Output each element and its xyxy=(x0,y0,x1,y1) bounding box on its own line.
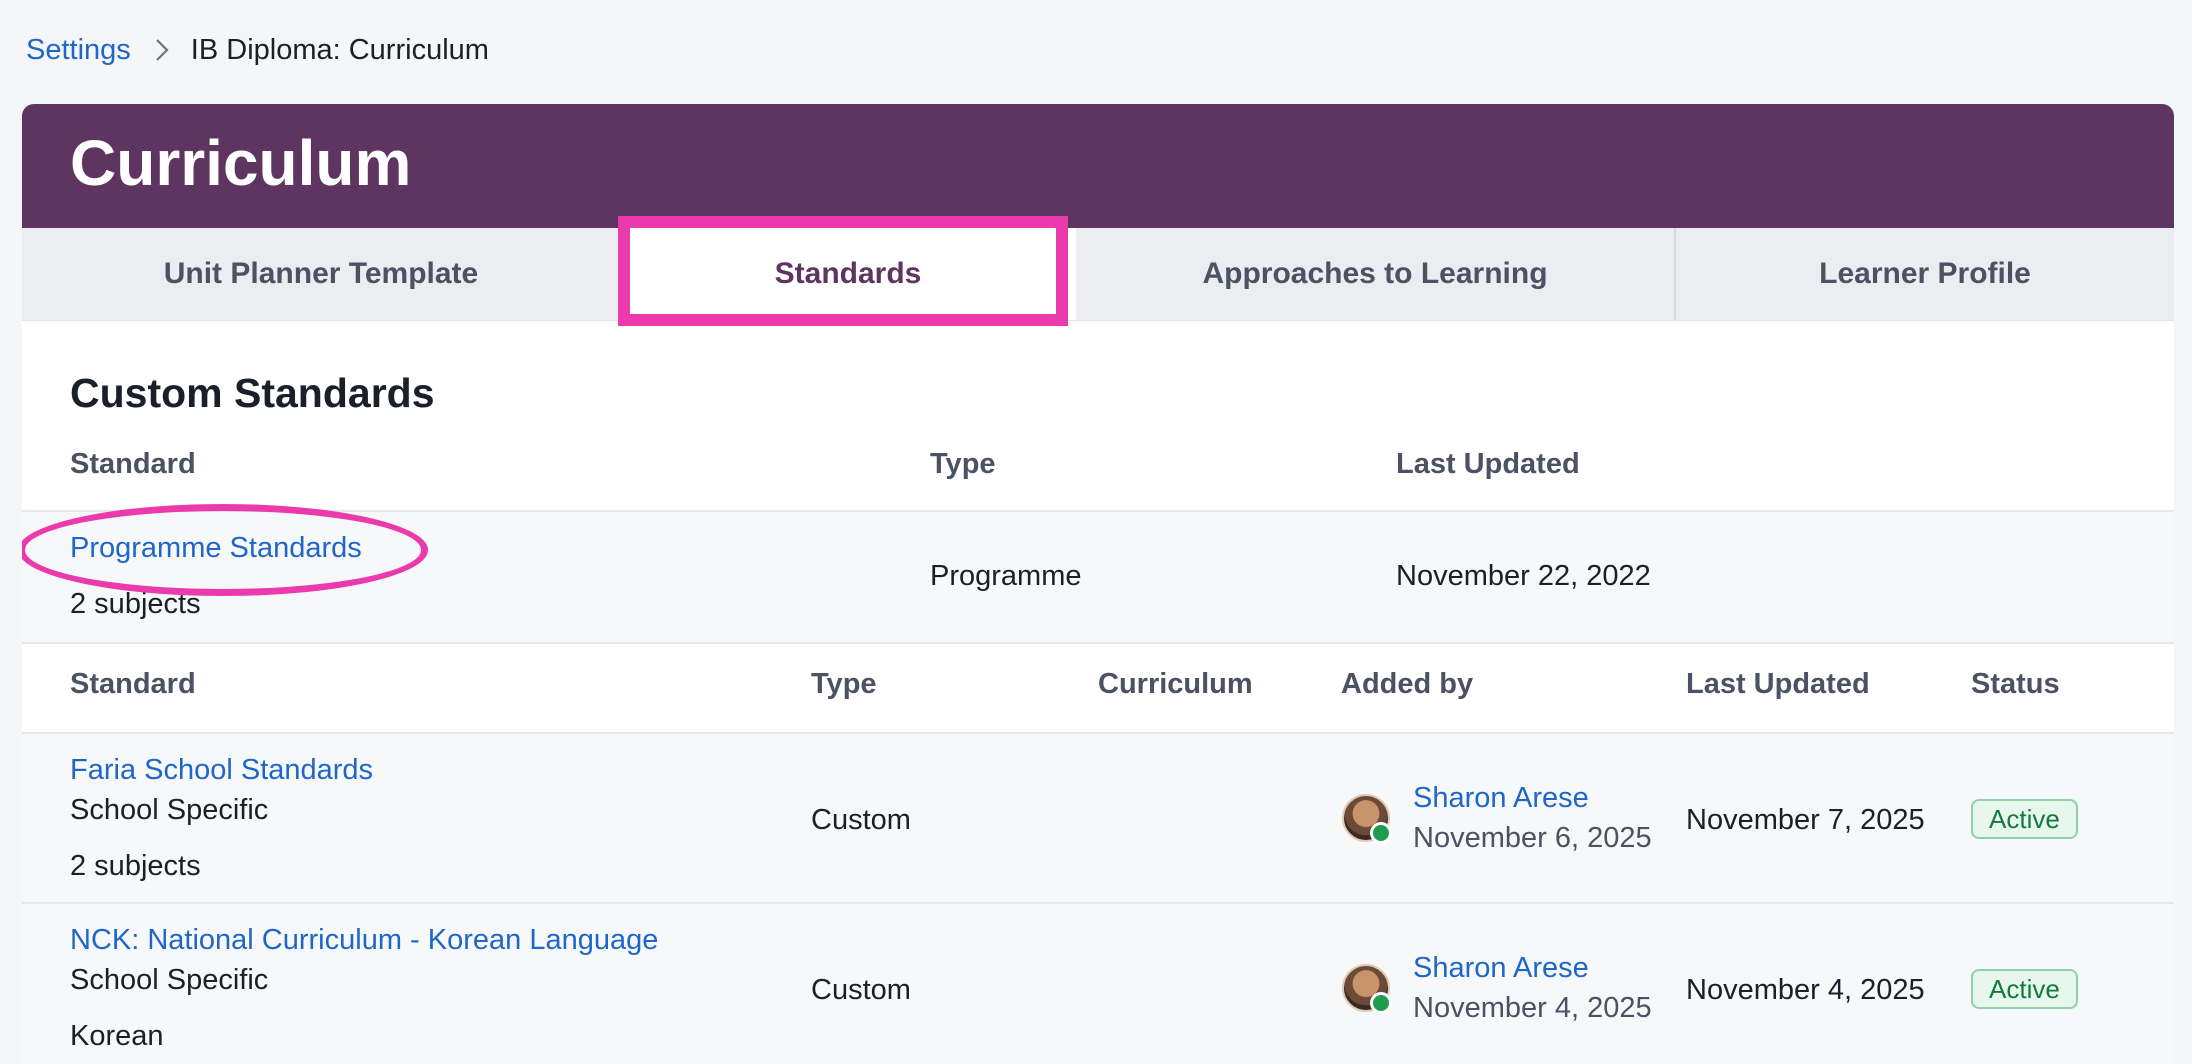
section-title: Custom Standards xyxy=(70,370,435,416)
column-header-standard: Standard xyxy=(70,448,196,480)
online-dot-icon xyxy=(1370,992,1392,1014)
divider xyxy=(22,642,2174,644)
chevron-right-icon xyxy=(155,38,169,62)
breadcrumb-current: IB Diploma: Curriculum xyxy=(190,33,489,66)
status-badge: Active xyxy=(1971,969,2078,1009)
column-header-status: Status xyxy=(1971,668,2060,700)
breadcrumb-settings-link[interactable]: Settings xyxy=(26,34,131,67)
standard-category: School Specific xyxy=(70,794,269,826)
column-header-last-updated: Last Updated xyxy=(1686,668,1870,700)
avatar[interactable] xyxy=(1342,964,1392,1014)
added-date: November 6, 2025 xyxy=(1413,822,1652,854)
standard-name-link[interactable]: Faria School Standards xyxy=(70,754,373,787)
subject-language: Korean xyxy=(70,1020,164,1052)
last-updated-date: November 7, 2025 xyxy=(1686,804,1925,836)
subject-count: 2 subjects xyxy=(70,588,201,620)
page-header: Curriculum xyxy=(22,104,2174,228)
column-header-added-by: Added by xyxy=(1341,668,1474,700)
avatar[interactable] xyxy=(1342,794,1392,844)
tab-bar: Unit Planner Template Standards Approach… xyxy=(22,228,2174,321)
standard-name-link[interactable]: NCK: National Curriculum - Korean Langua… xyxy=(70,924,658,957)
tab-unit-planner-template[interactable]: Unit Planner Template xyxy=(22,228,620,320)
standard-type: Programme xyxy=(930,560,1082,592)
tab-approaches-to-learning[interactable]: Approaches to Learning xyxy=(1076,228,1674,320)
subject-count: 2 subjects xyxy=(70,850,201,882)
last-updated-date: November 22, 2022 xyxy=(1396,560,1651,592)
breadcrumb: Settings IB Diploma: Curriculum xyxy=(26,28,489,72)
column-header-last-updated: Last Updated xyxy=(1396,448,1580,480)
column-header-type: Type xyxy=(930,448,996,480)
online-dot-icon xyxy=(1370,822,1392,844)
column-header-curriculum: Curriculum xyxy=(1098,668,1253,700)
tab-standards[interactable]: Standards xyxy=(620,228,1076,320)
tab-learner-profile[interactable]: Learner Profile xyxy=(1674,228,2174,320)
status-badge: Active xyxy=(1971,799,2078,839)
column-header-type: Type xyxy=(811,668,877,700)
added-by-user-link[interactable]: Sharon Arese xyxy=(1413,952,1589,985)
last-updated-date: November 4, 2025 xyxy=(1686,974,1925,1006)
added-by-user-link[interactable]: Sharon Arese xyxy=(1413,782,1589,815)
standard-category: School Specific xyxy=(70,964,269,996)
programme-standards-link[interactable]: Programme Standards xyxy=(70,532,362,565)
page-title: Curriculum xyxy=(70,127,412,199)
added-date: November 4, 2025 xyxy=(1413,992,1652,1024)
column-header-standard: Standard xyxy=(70,668,196,700)
standard-type: Custom xyxy=(811,804,911,836)
standard-type: Custom xyxy=(811,974,911,1006)
curriculum-card: Curriculum Unit Planner Template Standar… xyxy=(22,104,2174,1064)
